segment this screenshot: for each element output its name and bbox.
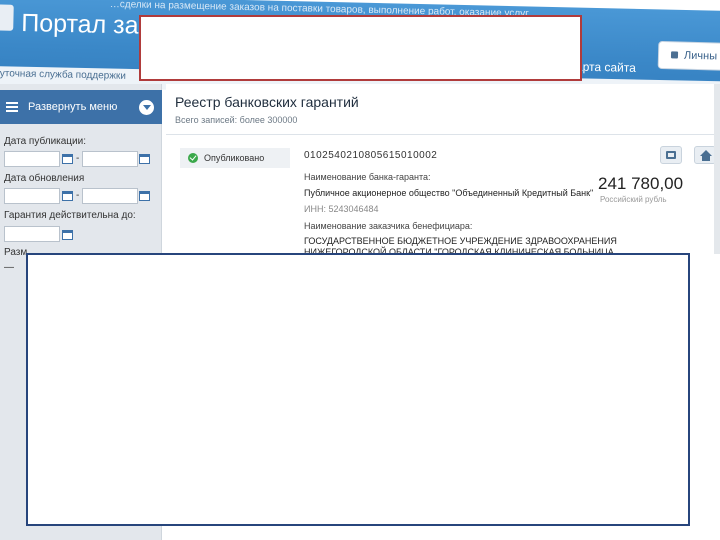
chevron-down-icon[interactable]: [139, 100, 154, 115]
amount-filter-label: Разм: [4, 247, 28, 258]
update-date-from-input[interactable]: [4, 188, 60, 204]
bank-name-label: Наименование банка-гаранта:: [304, 172, 431, 182]
publication-date-to-input[interactable]: [82, 151, 138, 167]
valid-until-label: Гарантия действительна до:: [4, 210, 136, 221]
personal-cabinet-label: Личны: [683, 49, 718, 63]
expand-menu-button[interactable]: Развернуть меню: [0, 90, 162, 124]
home-button[interactable]: [694, 146, 716, 164]
publication-date-label: Дата публикации:: [4, 136, 86, 147]
amount-range-dash: —: [4, 262, 14, 273]
check-circle-icon: [188, 153, 198, 163]
calendar-icon[interactable]: [62, 154, 73, 164]
total-records-count: Всего записей: более 300000: [175, 115, 298, 125]
publication-date-from-input[interactable]: [4, 151, 60, 167]
page-title: Реестр банковских гарантий: [175, 94, 359, 110]
update-date-label: Дата обновления: [4, 173, 85, 184]
update-date-to-input[interactable]: [82, 188, 138, 204]
status-badge: Опубликовано: [180, 148, 290, 168]
beneficiary-label: Наименование заказчика бенефициара:: [304, 221, 473, 231]
support-service-link[interactable]: уточная служба поддержки: [0, 68, 126, 82]
hamburger-icon: [6, 102, 18, 112]
personal-cabinet-button[interactable]: Личны: [657, 40, 720, 72]
date-range-dash: -: [76, 190, 80, 201]
date-range-dash: -: [76, 153, 80, 164]
lock-icon: [670, 51, 679, 59]
blue-annotation-box: [26, 253, 690, 526]
calendar-icon[interactable]: [139, 191, 150, 201]
guarantee-amount: 241 780,00: [598, 174, 684, 193]
bank-name-value: Публичное акционерное общество "Объедине…: [304, 188, 594, 198]
print-button[interactable]: [660, 146, 682, 164]
calendar-icon[interactable]: [139, 154, 150, 164]
guarantee-currency: Российский рубль: [600, 195, 667, 204]
expand-menu-label: Развернуть меню: [28, 101, 118, 113]
screenshot-stage: …сделки на размещение заказов на поставк…: [0, 0, 720, 540]
red-annotation-box: [139, 15, 582, 81]
valid-until-input[interactable]: [4, 226, 60, 242]
header-divider: [166, 134, 718, 135]
guarantee-reg-number[interactable]: 0102540210805615010002: [304, 150, 437, 161]
calendar-icon[interactable]: [62, 230, 73, 240]
printer-icon: [666, 151, 676, 159]
bank-inn: ИНН: 5243046484: [304, 204, 379, 214]
home-icon: [700, 150, 712, 161]
scrollbar[interactable]: [714, 84, 720, 254]
calendar-icon[interactable]: [62, 191, 73, 201]
portal-logo: [0, 4, 14, 31]
status-label: Опубликовано: [204, 153, 265, 163]
beneficiary-value-line1: ГОСУДАРСТВЕННОЕ БЮДЖЕТНОЕ УЧРЕЖДЕНИЕ ЗДР…: [304, 236, 617, 246]
